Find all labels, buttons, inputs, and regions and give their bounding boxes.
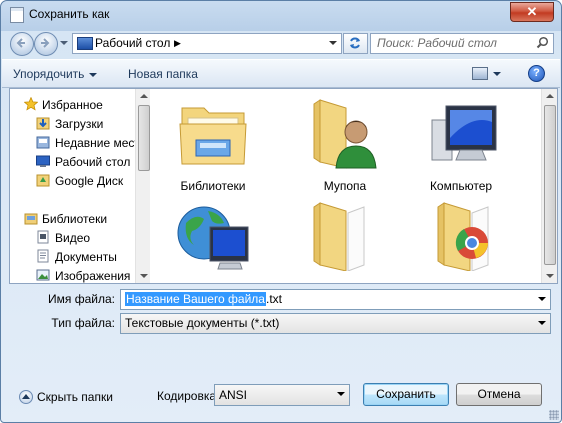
notepad-icon bbox=[10, 7, 24, 23]
desktop-icon bbox=[77, 37, 93, 50]
cancel-button[interactable]: Отмена bbox=[456, 383, 542, 406]
files-scrollbar[interactable] bbox=[541, 89, 557, 283]
folder-icon bbox=[313, 202, 365, 272]
scroll-up-icon[interactable] bbox=[140, 94, 148, 98]
scroll-down-icon[interactable] bbox=[140, 274, 148, 278]
arrow-right-icon bbox=[41, 38, 50, 48]
sidebar-item-label: Видео bbox=[55, 231, 91, 245]
file-item-libraries[interactable]: Библиотеки bbox=[158, 98, 268, 193]
encoding-select[interactable]: ANSI bbox=[214, 384, 350, 406]
images-icon bbox=[36, 269, 50, 281]
sidebar-item-label: Загрузки bbox=[55, 117, 104, 131]
sidebar-item-label: Google Диск bbox=[55, 174, 124, 188]
search-placeholder: Поиск: Рабочий стол bbox=[377, 36, 497, 50]
file-item-folder[interactable] bbox=[290, 199, 400, 280]
arrow-left-icon bbox=[16, 38, 25, 48]
file-item-computer[interactable]: Компьютер bbox=[406, 98, 516, 193]
search-box[interactable]: Поиск: Рабочий стол bbox=[370, 33, 554, 54]
refresh-icon bbox=[350, 37, 360, 49]
computer-icon bbox=[431, 105, 497, 161]
help-icon[interactable]: ? bbox=[528, 65, 545, 82]
organize-label: Упорядочить bbox=[13, 67, 85, 81]
sidebar-item-label: Библиотеки bbox=[42, 212, 108, 226]
filename-label: Имя файла: bbox=[48, 292, 115, 306]
libraries-icon bbox=[24, 213, 38, 225]
desktop-icon bbox=[36, 155, 50, 167]
change-view-icon[interactable] bbox=[472, 67, 488, 80]
user-folder-icon bbox=[313, 99, 377, 169]
file-item-chrome[interactable] bbox=[406, 199, 516, 280]
documents-icon bbox=[37, 249, 49, 263]
file-label: Компьютер bbox=[429, 179, 493, 193]
sidebar-item-label: Документы bbox=[55, 250, 117, 264]
scroll-down-icon[interactable] bbox=[546, 274, 554, 278]
encoding-value: ANSI bbox=[219, 388, 248, 402]
file-label: Библиотеки bbox=[180, 179, 246, 193]
chevron-down-icon[interactable] bbox=[337, 392, 345, 396]
sidebar-item-label: Изображения bbox=[55, 269, 131, 283]
window-title: Сохранить как bbox=[29, 7, 110, 21]
chevron-down-icon bbox=[89, 72, 98, 77]
hide-folders-label: Скрыть папки bbox=[37, 390, 113, 404]
nav-scrollbar[interactable] bbox=[135, 89, 151, 283]
sidebar-item-label: Рабочий стол bbox=[55, 155, 131, 169]
network-icon bbox=[177, 206, 249, 270]
filename-field[interactable]: Название Вашего файла .txt bbox=[120, 289, 551, 310]
file-item-network[interactable] bbox=[158, 199, 268, 280]
save-as-dialog: Сохранить как ✕ Рабочий стол ▶ Поиск: Ра… bbox=[0, 0, 562, 423]
navigation-pane[interactable]: Избранное Загрузки Недавние места Рабочи… bbox=[9, 88, 152, 284]
resize-grip[interactable] bbox=[549, 410, 559, 420]
encoding-label: Кодировка: bbox=[157, 389, 220, 403]
chevron-down-icon[interactable] bbox=[538, 321, 546, 325]
command-toolbar: Упорядочить Новая папка ? bbox=[2, 59, 560, 88]
filename-extension: .txt bbox=[266, 292, 283, 306]
file-list[interactable]: Библиотеки Мупопа Компьютер bbox=[150, 88, 558, 284]
video-icon bbox=[37, 230, 49, 244]
forward-button[interactable] bbox=[34, 32, 58, 56]
filetype-select[interactable]: Текстовые документы (*.txt) bbox=[120, 313, 551, 334]
search-icon[interactable] bbox=[536, 36, 549, 49]
breadcrumb-arrow-icon[interactable]: ▶ bbox=[174, 38, 181, 49]
refresh-button[interactable] bbox=[343, 33, 368, 54]
chrome-folder-icon bbox=[437, 202, 489, 272]
close-button[interactable]: ✕ bbox=[510, 2, 554, 22]
file-label: Мупопа bbox=[323, 179, 367, 193]
downloads-icon bbox=[36, 117, 50, 130]
filename-selected-text: Название Вашего файла bbox=[125, 292, 266, 306]
address-location[interactable]: Рабочий стол bbox=[95, 36, 170, 50]
filetype-value: Текстовые документы (*.txt) bbox=[125, 316, 280, 330]
google-drive-icon bbox=[36, 174, 50, 187]
sidebar-item-label: Избранное bbox=[42, 98, 103, 112]
new-folder-button[interactable]: Новая папка bbox=[128, 67, 198, 81]
address-dropdown-icon[interactable] bbox=[329, 41, 337, 45]
sidebar-item-label: Недавние места bbox=[55, 136, 147, 150]
libraries-folder-icon bbox=[179, 107, 247, 165]
recent-locations-dropdown[interactable] bbox=[60, 41, 68, 45]
scroll-thumb[interactable] bbox=[138, 105, 150, 171]
back-button[interactable] bbox=[10, 32, 34, 56]
recent-places-icon bbox=[36, 136, 50, 149]
filetype-label: Тип файла: bbox=[51, 316, 115, 330]
save-button[interactable]: Сохранить bbox=[363, 383, 449, 406]
file-item-user[interactable]: Мупопа bbox=[290, 98, 400, 193]
chevron-up-icon bbox=[19, 390, 33, 404]
filename-dropdown-icon[interactable] bbox=[538, 297, 546, 301]
scroll-thumb[interactable] bbox=[544, 105, 556, 265]
scroll-up-icon[interactable] bbox=[546, 94, 554, 98]
organize-button[interactable]: Упорядочить bbox=[13, 67, 98, 81]
star-icon bbox=[24, 97, 38, 111]
title-bar[interactable]: Сохранить как ✕ bbox=[1, 1, 561, 27]
address-bar[interactable]: Рабочий стол ▶ bbox=[72, 33, 342, 54]
view-options-dropdown[interactable] bbox=[493, 72, 501, 76]
